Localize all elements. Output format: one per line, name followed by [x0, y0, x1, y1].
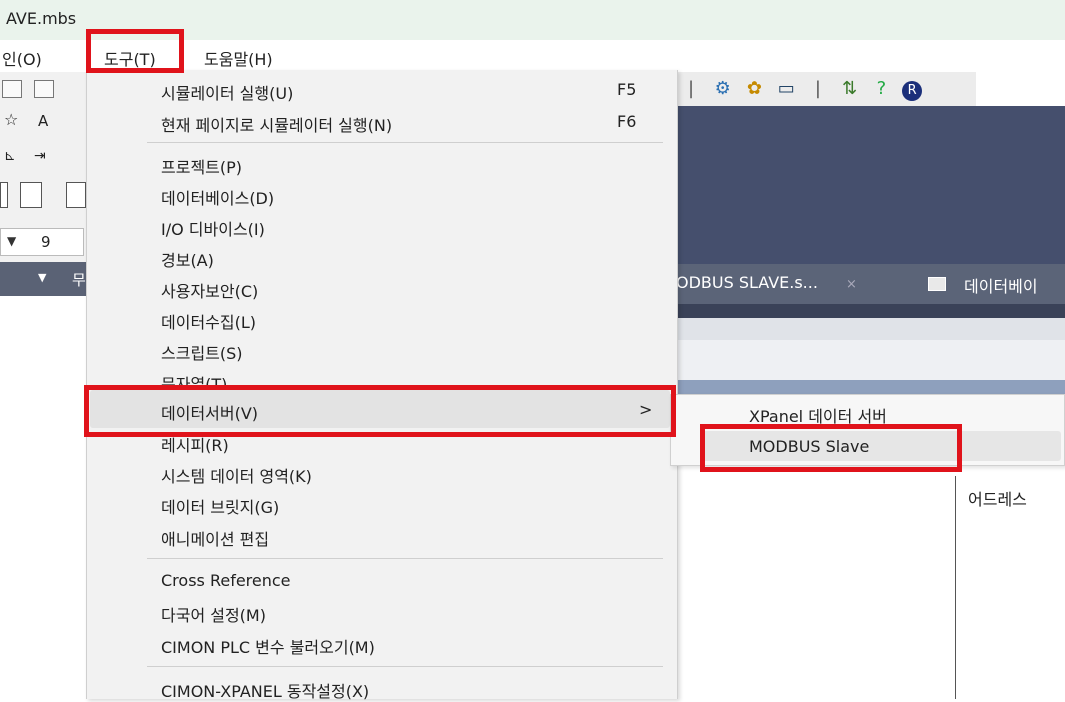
menu-item-o[interactable]: 인(O) — [2, 46, 42, 70]
monitor-icon[interactable]: ▭ — [775, 78, 797, 99]
shortcut-f5: F5 — [617, 80, 637, 99]
panel-header-label: 무 — [72, 271, 86, 289]
menu-item-alarm[interactable]: 경보(A) — [161, 247, 214, 271]
menu-item-data-logging[interactable]: 데이터수집(L) — [161, 309, 256, 333]
menu-item-xpanel-settings[interactable]: CIMON-XPANEL 동작설정(X) — [161, 678, 369, 702]
star-icon[interactable]: ☆ — [4, 110, 18, 129]
panel-divider — [676, 380, 1065, 394]
distribute-icon[interactable]: ⇥ — [34, 148, 46, 164]
gear-icon[interactable]: ✿ — [743, 78, 765, 99]
menu-item-user-security[interactable]: 사용자보안(C) — [161, 278, 258, 302]
tab-modbus-slave[interactable]: ODBUS SLAVE.s... — [676, 273, 818, 292]
rectangle-icon[interactable] — [20, 182, 42, 208]
menu-item-import-plc-variables[interactable]: CIMON PLC 변수 불러오기(M) — [161, 634, 375, 658]
toolbar-divider-icon: | — [814, 78, 821, 99]
panel-header-strip: ▼ 무 — [0, 262, 86, 296]
align-icon[interactable]: ⊾ — [4, 148, 16, 164]
window-title: AVE.mbs — [6, 9, 77, 28]
about-icon[interactable]: R — [902, 81, 923, 101]
menu-separator — [147, 666, 663, 667]
menu-separator — [147, 142, 663, 143]
toolbar-icon-group: | ⚙ ✿ ▭ | ⇅ ? R — [680, 78, 926, 101]
dropdown-arrow-icon[interactable]: ▼ — [7, 234, 16, 248]
panel-body — [676, 340, 1065, 380]
menu-item-run-simulator-current-page[interactable]: 현재 페이지로 시뮬레이터 실행(N) — [161, 112, 392, 136]
menu-separator — [147, 558, 663, 559]
column-divider — [955, 476, 956, 699]
menu-item-cross-reference[interactable]: Cross Reference — [161, 571, 291, 590]
menu-item-animation-edit[interactable]: 애니메이션 편집 — [161, 526, 269, 550]
paste-icon[interactable] — [34, 80, 54, 98]
copy-icon[interactable] — [2, 80, 22, 98]
help-icon[interactable]: ? — [870, 78, 892, 99]
workspace-area — [676, 106, 1065, 264]
text-tool-label[interactable]: A — [38, 112, 48, 130]
menu-item-io-device[interactable]: I/O 디바이스(I) — [161, 216, 265, 240]
menu-item-language-settings[interactable]: 다국어 설정(M) — [161, 602, 266, 626]
shortcut-f6: F6 — [617, 112, 637, 131]
address-column-header[interactable]: 어드레스 — [968, 486, 1027, 510]
tab-underline — [676, 304, 1065, 318]
highlight-modbus-slave — [700, 424, 962, 472]
shape-edge-icon[interactable] — [0, 182, 8, 208]
highlight-data-server — [84, 385, 676, 437]
menu-item-run-simulator[interactable]: 시뮬레이터 실행(U) — [161, 80, 293, 104]
menu-item-help[interactable]: 도움말(H) — [204, 46, 273, 70]
tab-database[interactable]: 데이터베이 — [964, 273, 1038, 297]
collapse-arrow-icon[interactable]: ▼ — [38, 271, 46, 284]
highlight-tools-menu — [86, 29, 184, 73]
menu-item-script[interactable]: 스크립트(S) — [161, 340, 243, 364]
menu-item-database[interactable]: 데이터베이스(D) — [161, 185, 274, 209]
close-icon[interactable]: × — [846, 277, 857, 292]
rounded-rectangle-icon[interactable] — [66, 182, 86, 208]
font-size-combo[interactable]: ▼ 9 — [0, 228, 84, 256]
transfer-icon[interactable]: ⇅ — [839, 78, 861, 99]
network-icon[interactable]: ⚙ — [712, 78, 734, 99]
menu-item-string[interactable]: 문자열(T) — [161, 371, 227, 385]
toolbar-divider-icon: | — [687, 78, 695, 99]
database-tab-icon — [928, 277, 946, 291]
menu-item-system-data-area[interactable]: 시스템 데이터 영역(K) — [161, 463, 312, 487]
combo-value: 9 — [41, 233, 51, 251]
menu-item-project[interactable]: 프로젝트(P) — [161, 154, 242, 178]
menu-item-data-bridge[interactable]: 데이터 브릿지(G) — [161, 494, 279, 518]
panel-header — [676, 318, 1065, 340]
